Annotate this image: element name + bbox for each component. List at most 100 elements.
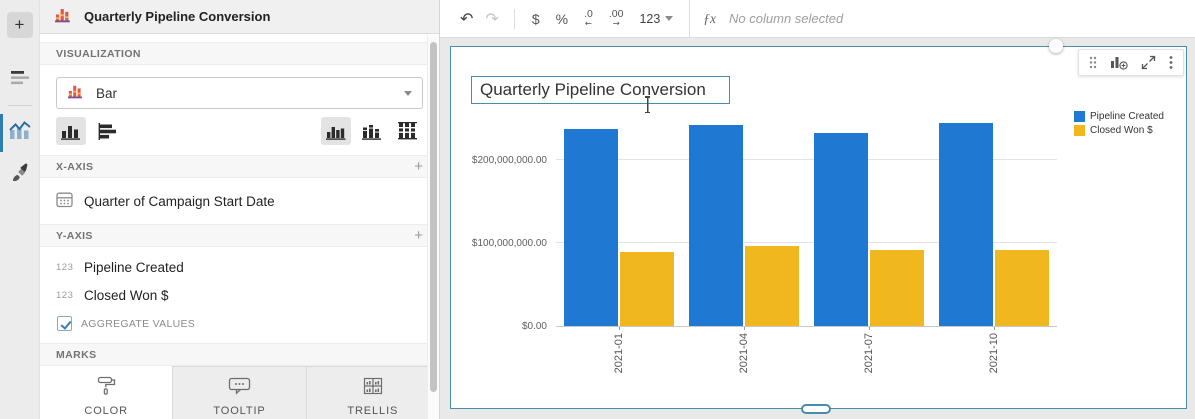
layout-stacked-100-button[interactable]	[393, 117, 423, 145]
legend-label: Closed Won $	[1090, 125, 1153, 136]
increase-decimal-digits: .00	[609, 9, 624, 20]
drag-handle-icon[interactable]	[1089, 56, 1097, 69]
chevron-down-icon	[404, 91, 412, 96]
y-axis-field-label: Pipeline Created	[84, 260, 184, 275]
plot-groups: 2021-012021-042021-072021-10	[556, 113, 1057, 326]
panel-scrollbar[interactable]	[427, 35, 439, 419]
undo-button[interactable]: ↶	[454, 9, 479, 28]
analytics-chart-icon	[9, 121, 31, 145]
sidebar-item-format[interactable]	[0, 62, 40, 99]
x-axis-label: 2021-07	[863, 333, 875, 373]
y-axis-section-label: Y-AXIS	[56, 230, 93, 242]
x-axis-add-button[interactable]: +	[414, 159, 423, 174]
chart-bar[interactable]	[814, 133, 868, 326]
chart-title-input[interactable]: Quarterly Pipeline Conversion	[471, 76, 730, 104]
bar-group: 2021-10	[932, 113, 1057, 326]
legend-swatch	[1074, 111, 1085, 122]
chart-bar[interactable]	[745, 246, 799, 326]
currency-format-button[interactable]: $	[524, 11, 548, 27]
chart-bar[interactable]	[564, 129, 618, 326]
sidebar-item-style[interactable]	[0, 154, 40, 197]
rail-divider	[8, 105, 32, 106]
y-axis-labels: $0.00$100,000,000.00$200,000,000.00	[451, 113, 551, 326]
chart-bar[interactable]	[995, 250, 1049, 326]
explore-chart-icon[interactable]	[1110, 55, 1128, 70]
formula-bar[interactable]: ƒx No column selected	[689, 0, 1195, 37]
sidebar-item-visualizations[interactable]	[0, 112, 40, 154]
orientation-horizontal-button[interactable]	[92, 117, 122, 145]
chevron-down-icon	[665, 16, 673, 21]
number-format-dropdown[interactable]: 123	[631, 12, 681, 26]
plot-area: 2021-012021-042021-072021-10	[556, 113, 1057, 326]
chart-bar[interactable]	[620, 252, 674, 326]
legend-item: Closed Won $	[1074, 125, 1164, 136]
x-axis-section-label: X-AXIS	[56, 161, 93, 173]
x-axis-line	[556, 326, 1057, 327]
visualization-section-label: VISUALIZATION	[56, 48, 141, 60]
x-axis-label: 2021-04	[738, 333, 750, 373]
decrease-decimal-digits: .0	[584, 9, 593, 20]
toolbar-divider	[514, 9, 515, 29]
layout-stacked-button[interactable]	[357, 117, 387, 145]
y-axis-label: $100,000,000.00	[472, 238, 547, 249]
aggregate-values-label: AGGREGATE VALUES	[81, 318, 195, 330]
bar-group: 2021-04	[681, 113, 806, 326]
percent-format-button[interactable]: %	[548, 11, 576, 27]
chart-bar[interactable]	[939, 123, 993, 326]
y-axis-section-header: Y-AXIS +	[40, 224, 439, 247]
aggregate-values-checkbox[interactable]	[57, 316, 72, 331]
marks-tabs: COLOR TOOLTIP TRELLIS	[40, 366, 439, 419]
legend-label: Pipeline Created	[1090, 111, 1164, 122]
chart-bar[interactable]	[689, 125, 743, 326]
expand-icon[interactable]	[1141, 55, 1156, 70]
resize-handle-top[interactable]	[1049, 39, 1063, 53]
x-axis-field-row[interactable]: Quarter of Campaign Start Date	[40, 178, 439, 224]
chart-type-value: Bar	[96, 86, 392, 101]
orientation-vertical-button[interactable]	[56, 117, 86, 145]
chart-title: Quarterly Pipeline Conversion	[480, 80, 706, 100]
increase-decimal-button[interactable]: .00 →	[601, 9, 632, 29]
legend: Pipeline Created Closed Won $	[1074, 111, 1164, 136]
tab-trellis[interactable]: TRELLIS	[307, 366, 439, 419]
decrease-decimal-button[interactable]: .0 ←	[576, 9, 601, 29]
redo-button[interactable]: ↷	[479, 9, 504, 28]
text-lines-icon	[9, 71, 31, 90]
layout-grouped-button[interactable]	[321, 117, 351, 145]
left-rail: +	[0, 0, 40, 419]
paintbrush-icon	[10, 163, 30, 188]
tab-color[interactable]: COLOR	[40, 366, 173, 419]
add-element-button[interactable]: +	[7, 12, 33, 38]
workbook-canvas: Quarterly Pipeline Conversion Pipeline C…	[440, 38, 1195, 419]
y-axis-label: $0.00	[522, 321, 547, 332]
aggregate-values-row[interactable]: AGGREGATE VALUES	[40, 309, 439, 343]
panel-header: Quarterly Pipeline Conversion	[40, 0, 439, 34]
tab-tooltip[interactable]: TOOLTIP	[173, 366, 306, 419]
text-cursor-icon	[643, 96, 652, 113]
y-axis-label: $200,000,000.00	[472, 155, 547, 166]
formula-placeholder: No column selected	[729, 11, 843, 26]
resize-handle-bottom[interactable]	[801, 404, 831, 414]
y-axis-add-button[interactable]: +	[414, 228, 423, 243]
bar-group: 2021-07	[807, 113, 932, 326]
scrollbar-thumb[interactable]	[430, 42, 437, 392]
number-type-icon: 123	[56, 290, 73, 301]
tab-trellis-label: TRELLIS	[347, 405, 398, 417]
panel-title: Quarterly Pipeline Conversion	[84, 9, 270, 24]
marks-section-header: MARKS	[40, 343, 439, 366]
fx-icon: ƒx	[703, 11, 716, 27]
paint-roller-icon	[95, 376, 117, 398]
more-menu-icon[interactable]	[1169, 55, 1173, 70]
chart-type-select[interactable]: Bar	[56, 77, 423, 109]
chart-element[interactable]: Quarterly Pipeline Conversion Pipeline C…	[450, 46, 1187, 409]
tooltip-icon	[228, 377, 251, 398]
number-format-label: 123	[639, 12, 660, 26]
visualization-section-header: VISUALIZATION	[40, 42, 439, 65]
y-axis-field-row[interactable]: 123 Closed Won $	[40, 281, 439, 309]
arrow-right-icon: →	[613, 20, 620, 29]
visualization-config-panel: Quarterly Pipeline Conversion VISUALIZAT…	[40, 0, 440, 419]
legend-item: Pipeline Created	[1074, 111, 1164, 122]
y-axis-field-row[interactable]: 123 Pipeline Created	[40, 247, 439, 281]
chart-bar[interactable]	[870, 250, 924, 326]
trellis-grid-icon	[363, 377, 383, 398]
bar-chart-colorful-icon	[67, 82, 84, 104]
